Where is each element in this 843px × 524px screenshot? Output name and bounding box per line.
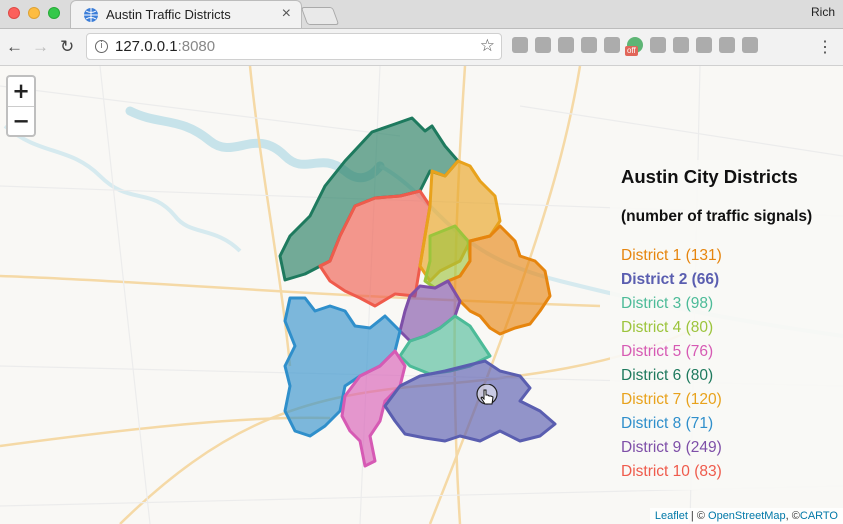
- hand-cursor-icon: [476, 384, 498, 405]
- legend-item[interactable]: District 8 (71): [621, 415, 722, 439]
- legend-item[interactable]: District 1 (131): [621, 247, 722, 271]
- toggle-extension-icon[interactable]: off: [625, 37, 643, 56]
- roads: [0, 66, 701, 524]
- drive-extension-icon[interactable]: [581, 37, 597, 53]
- map-attribution: Leaflet | © OpenStreetMap, ©CARTO: [649, 508, 843, 524]
- address-bar[interactable]: i 127.0.0.1:8080 ☆: [86, 33, 502, 60]
- carto-link[interactable]: CARTO: [800, 510, 838, 522]
- tab-close-icon[interactable]: ×: [282, 5, 291, 23]
- legend-subtitle: (number of traffic signals): [621, 208, 813, 225]
- info-icon[interactable]: i: [95, 40, 108, 53]
- browser-toolbar: ← → ↻ i 127.0.0.1:8080 ☆ off ⋮: [0, 29, 843, 66]
- clover-extension-icon[interactable]: [604, 37, 620, 53]
- browser-menu-icon[interactable]: ⋮: [817, 37, 833, 57]
- legend-item[interactable]: District 5 (76): [621, 343, 722, 367]
- zoom-control: + −: [6, 75, 36, 137]
- legend-item[interactable]: District 7 (120): [621, 391, 722, 415]
- extension-badge: off: [625, 46, 638, 56]
- legend-panel: Austin City Districts (number of traffic…: [610, 160, 843, 490]
- legend-title: Austin City Districts: [621, 166, 798, 187]
- legend-item[interactable]: District 6 (80): [621, 367, 722, 391]
- globe-icon: [84, 8, 98, 22]
- url-host: 127.0.0.1: [115, 38, 178, 55]
- legend-item[interactable]: District 4 (80): [621, 319, 722, 343]
- window-titlebar: Austin Traffic Districts × Rich: [0, 0, 843, 29]
- legend-item[interactable]: District 3 (98): [621, 295, 722, 319]
- osm-link[interactable]: OpenStreetMap: [708, 510, 786, 522]
- zoom-out-button[interactable]: −: [8, 107, 34, 136]
- legend-item[interactable]: District 2 (66): [621, 271, 722, 295]
- link-extension-icon[interactable]: [696, 37, 712, 53]
- close-window-button[interactable]: [8, 7, 20, 19]
- map-container[interactable]: + − Austin City Districts (number of tra…: [0, 66, 843, 524]
- forward-icon[interactable]: →: [32, 37, 49, 57]
- legend-item[interactable]: District 10 (83): [621, 463, 722, 487]
- zoom-in-button[interactable]: +: [8, 77, 34, 107]
- document-extension-icon[interactable]: [558, 37, 574, 53]
- new-tab-button[interactable]: [300, 7, 340, 25]
- minimize-window-button[interactable]: [28, 7, 40, 19]
- profile-name[interactable]: Rich: [811, 5, 835, 19]
- cast-icon[interactable]: [719, 37, 735, 53]
- attribution-sep2: , ©: [785, 510, 800, 522]
- screen-extension-icon[interactable]: [742, 37, 758, 53]
- legend-item[interactable]: District 9 (249): [621, 439, 722, 463]
- browser-tab[interactable]: Austin Traffic Districts ×: [70, 0, 302, 28]
- extension-icons: off: [512, 37, 758, 57]
- pen-extension-icon[interactable]: [673, 37, 689, 53]
- reload-icon[interactable]: ↻: [60, 37, 74, 57]
- legend-list: District 1 (131) District 2 (66) District …: [621, 247, 722, 487]
- leaflet-link[interactable]: Leaflet: [655, 510, 688, 522]
- bookmark-star-icon[interactable]: ☆: [480, 36, 495, 56]
- info-extension-icon[interactable]: [535, 37, 551, 53]
- url-text[interactable]: 127.0.0.1:8080: [115, 38, 215, 55]
- url-port: :8080: [177, 38, 216, 55]
- maximize-window-button[interactable]: [48, 7, 60, 19]
- sync-extension-icon[interactable]: [512, 37, 528, 53]
- tab-title: Austin Traffic Districts: [106, 7, 231, 22]
- attribution-sep1: | ©: [687, 510, 709, 522]
- back-icon[interactable]: ←: [6, 37, 23, 57]
- file-extension-icon[interactable]: [650, 37, 666, 53]
